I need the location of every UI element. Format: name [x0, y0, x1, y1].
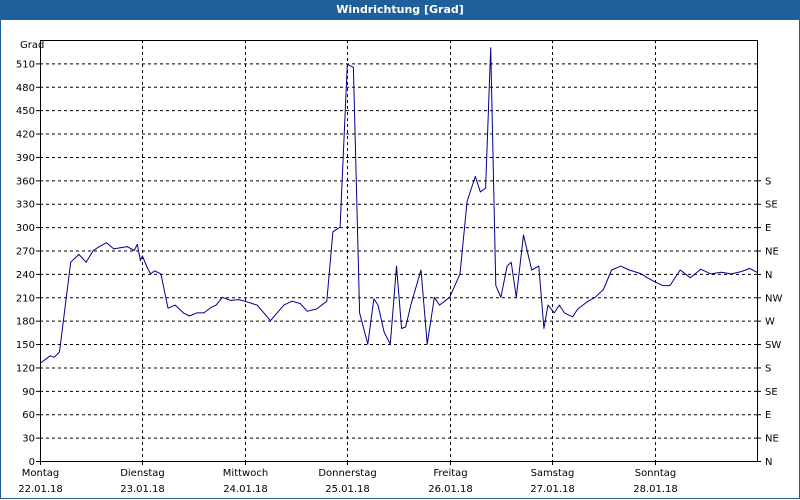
y-right-tick-label: W	[765, 317, 775, 328]
y-right-tick-label: E	[765, 410, 771, 421]
wind-direction-chart: Grad 03060901201501802102402703003303603…	[16, 40, 782, 495]
y-right-tick-label: N	[765, 457, 772, 468]
y-tick-label: 60	[22, 410, 35, 421]
y-tick-label: 420	[16, 130, 35, 141]
x-tick-date-label: 27.01.18	[530, 484, 575, 495]
y-tick-label: 270	[16, 247, 35, 258]
x-axis-ticks: Montag 22.01.18 Dienstag 23.01.18 Mittwoch 24…	[18, 468, 678, 495]
y-tick-label: 390	[16, 153, 35, 164]
y-right-tick-label: S	[765, 176, 771, 187]
y-right-tick-label: NE	[765, 247, 779, 258]
y-right-tick-label: N	[765, 270, 772, 281]
y-tick-label: 330	[16, 200, 35, 211]
x-tick-date-label: 25.01.18	[325, 484, 370, 495]
y-right-tick-label: S	[765, 363, 771, 374]
y-tick-label: 360	[16, 176, 35, 187]
y-right-tick-label: SE	[765, 387, 778, 398]
y-tick-label: 120	[16, 363, 35, 374]
y-tick-label: 180	[16, 317, 35, 328]
x-tick-day-label: Samstag	[531, 468, 575, 479]
x-tick-day-label: Donnerstag	[318, 468, 376, 479]
y-tick-label: 450	[16, 106, 35, 117]
x-tick-day-label: Sonntag	[635, 468, 677, 479]
y-tick-label: 210	[16, 293, 35, 304]
grid-lines	[40, 40, 757, 461]
x-tick-date-label: 22.01.18	[18, 484, 63, 495]
x-tick-date-label: 23.01.18	[120, 484, 165, 495]
x-tick-date-label: 24.01.18	[223, 484, 268, 495]
y-right-tick-label: NW	[765, 293, 782, 304]
y-right-tick-label: SW	[765, 340, 781, 351]
y-tick-label: 480	[16, 83, 35, 94]
y-right-tick-label: E	[765, 223, 771, 234]
x-tick-day-label: Dienstag	[120, 468, 165, 479]
y-tick-label: 300	[16, 223, 35, 234]
y-axis-ticks-right: N NE E SE S SW W NW N NE E SE S	[765, 176, 782, 468]
x-tick-date-label: 28.01.18	[633, 484, 678, 495]
x-tick-date-label: 26.01.18	[428, 484, 473, 495]
y-tick-label: 240	[16, 270, 35, 281]
axes	[36, 40, 761, 465]
x-tick-day-label: Montag	[22, 468, 59, 479]
y-tick-label: 510	[16, 59, 35, 70]
x-tick-day-label: Freitag	[433, 468, 467, 479]
y-tick-label: 30	[22, 434, 35, 445]
x-tick-day-label: Mittwoch	[223, 468, 268, 479]
series-layer	[39, 47, 758, 364]
y-right-tick-label: NE	[765, 434, 779, 445]
y-tick-label: 0	[29, 457, 35, 468]
y-right-tick-label: SE	[765, 200, 778, 211]
series-line-wind-direction	[39, 47, 758, 364]
y-tick-label: 150	[16, 340, 35, 351]
y-tick-label: 90	[22, 387, 35, 398]
y-axis-ticks-left: 0 30 60 90 120 150 180 210 240 270 300 330 360 390 420…	[16, 59, 35, 468]
